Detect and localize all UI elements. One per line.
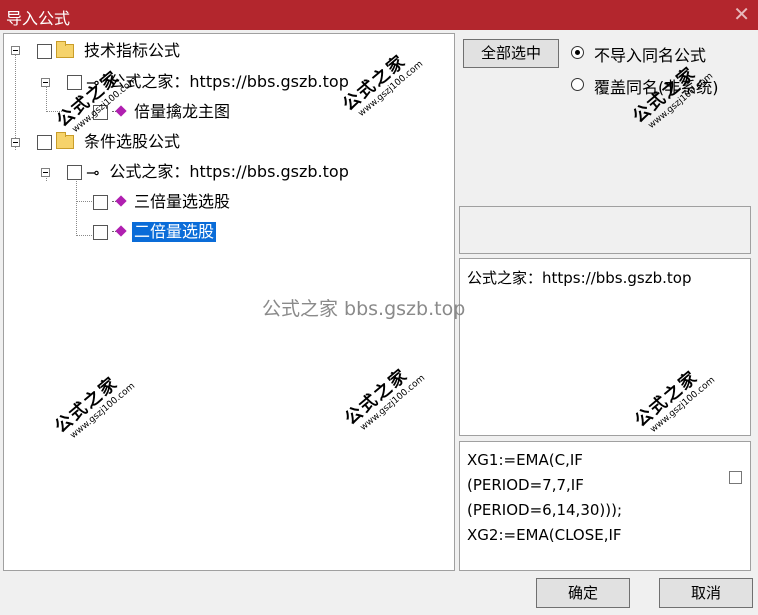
tree-item-formula-3[interactable]: 二倍量选股: [93, 220, 217, 244]
ok-button[interactable]: 确定: [536, 578, 630, 608]
center-watermark: 公式之家 bbs.gszb.top: [262, 298, 466, 320]
checkbox[interactable]: [37, 43, 52, 59]
description-text: 公式之家：https://bbs.gszb.top: [467, 269, 692, 287]
checkbox[interactable]: [93, 224, 108, 240]
tree-item-label: 公式之家：https://bbs.gszb.top: [109, 72, 349, 91]
folder-icon: [56, 41, 74, 58]
collapse-toggle[interactable]: [41, 168, 50, 177]
title-bar: 导入公式 ✕: [0, 0, 758, 30]
collapse-toggle[interactable]: [41, 78, 50, 87]
select-all-button[interactable]: 全部选中: [463, 39, 559, 68]
scroll-checkbox[interactable]: [729, 471, 742, 484]
code-text: XG1:=EMA(C,IF (PERIOD=7,7,IF (PERIOD=6,1…: [467, 451, 623, 544]
key-icon: ⊸: [86, 162, 100, 182]
tree-item-stock-screen[interactable]: 条件选股公式: [37, 130, 182, 154]
collapse-toggle[interactable]: [11, 46, 20, 55]
window-title: 导入公式: [6, 9, 71, 28]
radio-skip-duplicates[interactable]: [571, 46, 584, 59]
tree-item-label: 三倍量选选股: [134, 192, 231, 211]
tree-item-formula-2[interactable]: 三倍量选选股: [93, 190, 232, 214]
info-box: [459, 206, 751, 254]
collapse-toggle[interactable]: [11, 138, 20, 147]
formula-icon: [112, 105, 128, 119]
tree-item-label: 技术指标公式: [84, 41, 181, 60]
formula-icon: [112, 195, 128, 209]
tree-line: [15, 55, 16, 150]
tree-line: [76, 179, 77, 236]
tree-item-author-2[interactable]: ⊸ 公式之家：https://bbs.gszb.top: [67, 160, 351, 184]
close-icon[interactable]: ✕: [733, 3, 750, 25]
checkbox[interactable]: [37, 134, 52, 150]
checkbox[interactable]: [93, 194, 108, 210]
tree-line: [46, 86, 47, 110]
code-panel[interactable]: XG1:=EMA(C,IF (PERIOD=7,7,IF (PERIOD=6,1…: [459, 441, 751, 571]
formula-icon: [112, 225, 128, 239]
description-panel[interactable]: 公式之家：https://bbs.gszb.top: [459, 258, 751, 436]
tree-line: [76, 201, 92, 202]
tree-item-tech-indicators[interactable]: 技术指标公式: [37, 39, 182, 63]
tree-item-label: 倍量擒龙主图: [134, 102, 231, 121]
tree-item-label: 公式之家：https://bbs.gszb.top: [109, 162, 349, 181]
checkbox[interactable]: [67, 164, 82, 180]
tree-item-label: 条件选股公式: [84, 132, 181, 151]
tree-line: [76, 235, 92, 236]
radio-overwrite[interactable]: [571, 78, 584, 91]
cancel-button[interactable]: 取消: [659, 578, 753, 608]
tree-item-label-selected: 二倍量选股: [132, 222, 217, 242]
